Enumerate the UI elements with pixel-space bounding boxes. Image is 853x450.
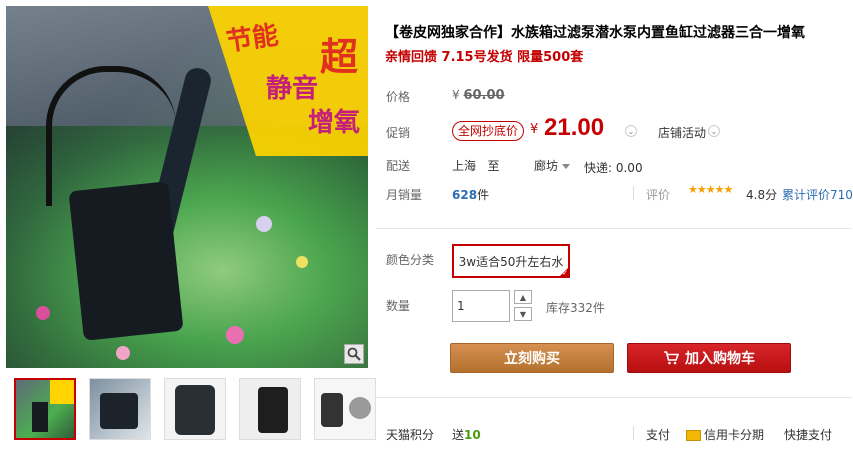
- quantity-input[interactable]: 1: [452, 290, 510, 322]
- stats-divider: [633, 186, 634, 200]
- add-to-cart-label: 加入购物车: [685, 350, 755, 366]
- promo-expand-chevron-icon[interactable]: ⌄: [625, 125, 637, 137]
- gravel-pebble: [116, 346, 130, 360]
- ship-from-city: 上海: [452, 159, 477, 173]
- ship-to-city: 廊坊: [534, 159, 559, 173]
- quick-pay[interactable]: 快捷支付: [784, 426, 832, 443]
- checkmark-icon: ✓: [562, 269, 568, 277]
- tmall-points-prefix: 送: [452, 428, 465, 442]
- color-option-label: 颜色分类: [386, 253, 435, 267]
- zoom-icon[interactable]: [344, 344, 364, 364]
- rating-score: 4.8分: [746, 188, 778, 202]
- original-price-currency: ¥: [452, 88, 460, 102]
- pump-body: [68, 181, 184, 341]
- quantity-label: 数量: [386, 299, 411, 313]
- gravel-pebble: [256, 216, 272, 232]
- quantity-value: 1: [457, 299, 465, 313]
- stock-count: 库存332件: [546, 301, 605, 315]
- monthly-sales-count: 628: [452, 188, 478, 202]
- shop-activity-link[interactable]: 店铺活动: [658, 124, 706, 141]
- original-price-value: 60.00: [463, 88, 505, 103]
- promo-word-energy: 节能: [224, 20, 281, 58]
- thumbnail-1[interactable]: [14, 378, 76, 440]
- promotion-label: 促销: [386, 126, 411, 140]
- gravel-pebble: [226, 326, 244, 344]
- add-to-cart-button[interactable]: 加入购物车: [627, 343, 791, 373]
- shipping-fee: 快递: 0.00: [584, 161, 643, 175]
- tmall-points-label: 天猫积分: [386, 428, 435, 442]
- thumbnail-5[interactable]: [314, 378, 376, 440]
- price-panel: [376, 74, 852, 214]
- rating-label: 评价: [646, 188, 671, 202]
- credit-installment[interactable]: 信用卡分期: [686, 426, 764, 443]
- product-title: 【卷皮网独家合作】水族箱过滤泵潜水泵内置鱼缸过滤器三合一增氧: [385, 25, 805, 41]
- tmall-points-value: 10: [464, 428, 481, 442]
- monthly-sales-label: 月销量: [386, 188, 423, 202]
- deal-price-value: 21.00: [544, 114, 605, 141]
- caret-down-icon: [562, 164, 571, 169]
- gravel-pebble: [36, 306, 50, 320]
- buy-now-button[interactable]: 立刻购买: [450, 343, 614, 373]
- thumbnail-3[interactable]: [164, 378, 226, 440]
- monthly-sales: 628件: [452, 186, 489, 203]
- payment-label: 支付: [646, 428, 671, 442]
- color-option-selected[interactable]: 3w适合50升左右水 ✓: [452, 244, 570, 278]
- color-option-text: 3w适合50升左右水: [458, 254, 564, 269]
- gravel-pebble: [296, 256, 308, 268]
- rating-stars-icon: ★★★★★: [688, 183, 733, 196]
- quantity-increase-button[interactable]: ▲: [514, 290, 532, 304]
- original-price: ¥ 60.00: [452, 88, 505, 103]
- thumbnail-4[interactable]: [239, 378, 301, 440]
- review-count-link[interactable]: 累计评价710: [782, 186, 853, 203]
- footer-divider: [376, 397, 852, 398]
- deal-tag-badge: 全网抄底价: [452, 121, 525, 141]
- shipping-label: 配送: [386, 159, 411, 173]
- thumbnail-2[interactable]: [89, 378, 151, 440]
- credit-card-icon: [686, 430, 701, 441]
- deal-price-currency: ¥: [530, 122, 539, 137]
- quantity-decrease-button[interactable]: ▼: [514, 307, 532, 321]
- tmall-points: 送10: [452, 426, 481, 443]
- ship-to-word: 至: [487, 159, 500, 173]
- footer-divider-vertical: [633, 426, 634, 440]
- promo-word-silent: 静音: [265, 74, 318, 104]
- shop-activity-chevron-icon[interactable]: ⌄: [708, 125, 720, 137]
- product-subtitle: 亲情回馈 7.15号发货 限量500套: [385, 50, 584, 65]
- main-product-image[interactable]: 节能 超 静音 增氧: [6, 6, 368, 368]
- section-divider: [376, 228, 852, 229]
- ship-to-selector[interactable]: 廊坊: [534, 157, 571, 174]
- promo-word-super: 超: [319, 34, 358, 79]
- promo-word-oxygen: 增氧: [307, 108, 360, 138]
- thumbnail-strip: [14, 378, 376, 440]
- ship-from: 上海 至: [452, 157, 499, 174]
- price-label: 价格: [386, 90, 411, 104]
- monthly-sales-unit: 件: [477, 188, 490, 202]
- credit-installment-label: 信用卡分期: [704, 428, 765, 442]
- buy-now-label: 立刻购买: [504, 350, 560, 366]
- shop-activity-label: 店铺活动: [658, 126, 707, 140]
- cart-icon: [664, 351, 679, 365]
